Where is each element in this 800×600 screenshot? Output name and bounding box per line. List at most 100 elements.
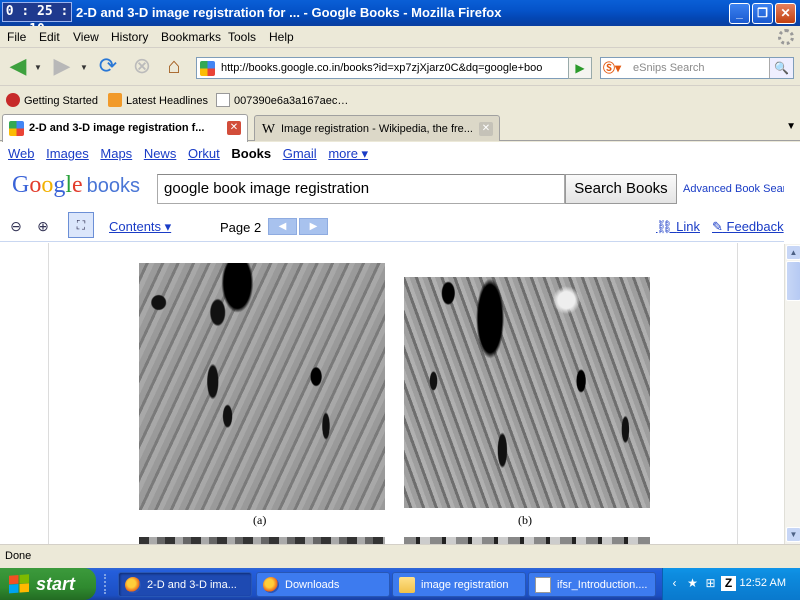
link-button[interactable]: ⛓ Link (656, 219, 700, 235)
gbar-books: Books (231, 146, 272, 161)
back-history-chevron-icon[interactable]: ▼ (34, 63, 42, 72)
next-page-button[interactable]: ▶ (299, 218, 328, 235)
gbar-more[interactable]: more ▾ (328, 146, 368, 161)
go-button[interactable]: ▶ (568, 57, 592, 79)
title-bar: 0 : 25 : 10 2-D and 3-D image registrati… (0, 0, 800, 37)
minimize-button[interactable]: _ (729, 3, 750, 24)
maximize-button[interactable]: ❐ (752, 3, 773, 24)
bookmarks-toolbar: Getting Started Latest Headlines 007390e… (0, 87, 800, 112)
home-icon[interactable]: ⌂ (162, 55, 186, 79)
task-firefox-books[interactable]: 2-D and 3-D ima... (118, 572, 252, 597)
search-books-button[interactable]: Search Books (565, 174, 677, 204)
menu-tools[interactable]: Tools (228, 30, 256, 44)
search-magnifier-icon[interactable]: 🔍 (769, 58, 793, 78)
book-page: (a) (b) (48, 243, 738, 544)
taskbar: start 2-D and 3-D ima... Downloads image… (0, 568, 800, 600)
address-text[interactable]: http://books.google.co.in/books?id=xp7zj… (221, 62, 547, 74)
task-image-registration-folder[interactable]: image registration (392, 572, 526, 597)
satellite-image-c (139, 537, 385, 544)
caption-b: (b) (518, 513, 532, 527)
rss-icon (108, 93, 122, 107)
stop-icon[interactable]: ⊗ (130, 55, 154, 79)
google-favicon-icon (200, 61, 215, 76)
gbar-maps[interactable]: Maps (100, 146, 132, 161)
google-bar: Web Images Maps News Orkut Books Gmail m… (8, 146, 376, 162)
books-search-input[interactable]: google book image registration (157, 174, 565, 204)
firefox-icon (125, 577, 141, 593)
menu-history[interactable]: History (111, 30, 148, 44)
menu-file[interactable]: File (7, 30, 26, 44)
google-books-logo[interactable]: Google books (12, 172, 140, 199)
zoom-in-icon[interactable]: ⊕ (34, 218, 52, 236)
tray-star-icon[interactable]: ★ (685, 576, 700, 591)
gbar-news[interactable]: News (144, 146, 177, 161)
gbar-gmail[interactable]: Gmail (283, 146, 317, 161)
system-tray: ‹ ★ ⊞ Z 12:52 AM (662, 568, 800, 600)
menu-bar: File Edit View History Bookmarks Tools H… (0, 26, 800, 48)
gbar-orkut[interactable]: Orkut (188, 146, 220, 161)
fullscreen-icon[interactable]: ⛶ (68, 212, 94, 238)
forward-history-chevron-icon[interactable]: ▼ (80, 63, 88, 72)
navigation-toolbar: ◀ ▼ ▶ ▼ ⟳ ⊗ ⌂ http://books.google.co.in/… (0, 48, 800, 86)
caption-a: (a) (253, 513, 267, 527)
scrollbar-top-area (784, 142, 800, 244)
search-placeholder[interactable]: eSnips Search (633, 62, 705, 74)
firefox-bookmark-icon (6, 93, 20, 107)
close-tab-icon[interactable]: ✕ (227, 121, 241, 135)
esnips-engine-icon[interactable]: Ⓢ▾ (603, 60, 627, 76)
zoom-out-icon[interactable]: ⊖ (7, 218, 25, 236)
satellite-image-a (139, 263, 385, 510)
throbber-icon (778, 29, 794, 45)
close-window-button[interactable]: ✕ (775, 3, 796, 24)
start-button[interactable]: start (0, 568, 96, 600)
previous-page-button[interactable]: ◀ (268, 218, 297, 235)
menu-edit[interactable]: Edit (39, 30, 60, 44)
timer-overlay: 0 : 25 : 10 (2, 2, 72, 37)
menu-bookmarks[interactable]: Bookmarks (161, 30, 221, 44)
forward-icon[interactable]: ▶ (50, 55, 74, 79)
page-icon (216, 93, 230, 107)
bookmark-latest-headlines[interactable]: Latest Headlines (108, 93, 208, 107)
tab-strip: 2-D and 3-D image registration f... ✕ W … (0, 112, 800, 142)
scroll-up-icon[interactable]: ▲ (786, 245, 800, 260)
feedback-icon: ✎ (712, 219, 723, 234)
wikipedia-icon: W (261, 122, 276, 137)
google-favicon-icon (9, 121, 24, 136)
book-viewer[interactable]: (a) (b) (0, 243, 784, 544)
task-downloads[interactable]: Downloads (256, 572, 390, 597)
window-title: 2-D and 3-D image registration for ... -… (76, 5, 502, 20)
contents-dropdown[interactable]: Contents ▾ (109, 219, 171, 235)
bookmark-getting-started[interactable]: Getting Started (6, 93, 98, 107)
menu-view[interactable]: View (73, 30, 99, 44)
tray-network-icon[interactable]: ⊞ (703, 576, 718, 591)
reload-icon[interactable]: ⟳ (96, 55, 120, 79)
gbar-web[interactable]: Web (8, 146, 35, 161)
taskbar-grip (104, 574, 108, 594)
search-bar[interactable]: Ⓢ▾ eSnips Search 🔍 (600, 57, 794, 79)
gbar-images[interactable]: Images (46, 146, 89, 161)
address-bar[interactable]: http://books.google.co.in/books?id=xp7zj… (196, 57, 592, 79)
tab-wikipedia[interactable]: W Image registration - Wikipedia, the fr… (254, 115, 500, 141)
windows-logo-icon (9, 574, 29, 594)
tray-app-icon[interactable]: Z (721, 576, 736, 591)
close-tab-icon[interactable]: ✕ (479, 122, 493, 136)
feedback-button[interactable]: ✎ Feedback (712, 219, 784, 235)
bookmark-page[interactable]: 007390e6a3a167aec… (216, 93, 348, 107)
task-ifsr-document[interactable]: ifsr_Introduction.... (528, 572, 656, 597)
advanced-book-search-link[interactable]: Advanced Book Search (683, 183, 784, 195)
tab-google-books[interactable]: 2-D and 3-D image registration f... ✕ (2, 114, 248, 142)
back-icon[interactable]: ◀ (6, 55, 30, 79)
satellite-image-d (404, 537, 650, 544)
firefox-icon (263, 577, 279, 593)
vertical-scrollbar[interactable]: ▲ ▼ (784, 244, 800, 544)
document-icon (535, 577, 551, 593)
tray-collapse-icon[interactable]: ‹ (667, 576, 682, 591)
satellite-image-b (404, 277, 650, 508)
viewer-toolbar: ⊖ ⊕ ⛶ Contents ▾ Page 2 ◀ ▶ ⛓ Link ✎ Fee… (0, 210, 784, 242)
page-content: Web Images Maps News Orkut Books Gmail m… (0, 142, 784, 544)
tab-list-chevron-icon[interactable]: ▼ (786, 121, 796, 132)
clock: 12:52 AM (739, 577, 786, 589)
scroll-down-icon[interactable]: ▼ (786, 527, 800, 542)
menu-help[interactable]: Help (269, 30, 294, 44)
scroll-thumb[interactable] (786, 261, 800, 301)
